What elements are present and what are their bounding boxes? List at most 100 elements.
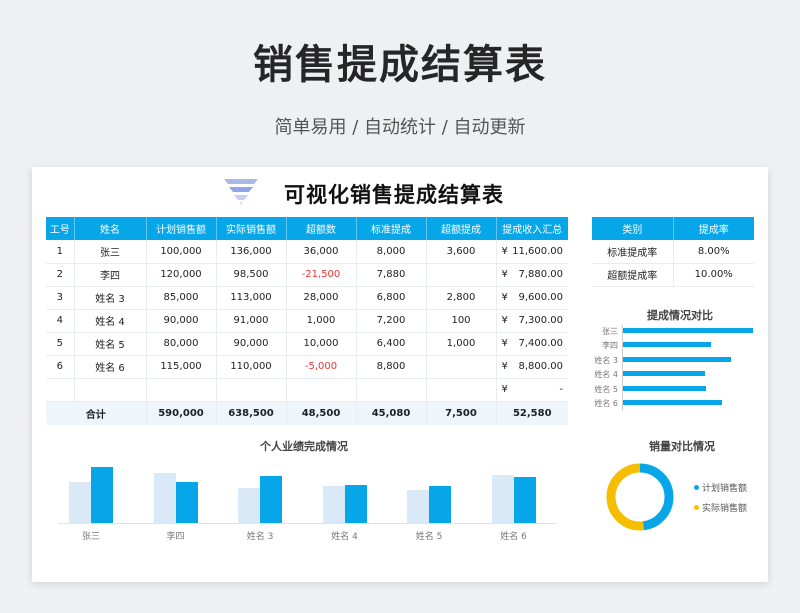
- cell-id[interactable]: 5: [46, 332, 75, 356]
- hbar-category-label: 李四: [602, 341, 618, 351]
- cell-id[interactable]: 1: [46, 240, 75, 264]
- cell-total[interactable]: ¥7,300.00: [496, 309, 568, 333]
- cell-total[interactable]: ¥7,880.00: [496, 263, 568, 287]
- cell-id[interactable]: 3: [46, 286, 75, 310]
- cell-excess[interactable]: 28,000: [286, 286, 357, 310]
- header-std[interactable]: 标准提成: [356, 217, 427, 240]
- cell-excess[interactable]: -5,000: [286, 355, 357, 379]
- rate-category-cell[interactable]: 标准提成率: [592, 240, 674, 264]
- vbar-plan[interactable]: [153, 473, 176, 523]
- cell-actual[interactable]: 91,000: [216, 309, 287, 333]
- hbar-bar[interactable]: [623, 400, 722, 405]
- cell-actual[interactable]: 136,000: [216, 240, 287, 264]
- rate-header-rate[interactable]: 提成率: [673, 217, 754, 240]
- cell-plan[interactable]: 120,000: [146, 263, 217, 287]
- cell-actual[interactable]: 98,500: [216, 263, 287, 287]
- legend-item-plan[interactable]: 计划销售额: [694, 481, 747, 494]
- cell-id[interactable]: 2: [46, 263, 75, 287]
- total-plan[interactable]: 590,000: [146, 401, 217, 425]
- header-excess[interactable]: 超额数: [286, 217, 357, 240]
- cell-total[interactable]: ¥7,400.00: [496, 332, 568, 356]
- cell-std[interactable]: 7,200: [356, 309, 427, 333]
- vbar-plan[interactable]: [69, 481, 91, 523]
- currency-symbol: ¥: [501, 361, 508, 372]
- total-std[interactable]: 45,080: [356, 401, 427, 425]
- cell-std[interactable]: 8,800: [356, 355, 427, 379]
- cell-actual[interactable]: [216, 378, 287, 402]
- cell-plan[interactable]: 85,000: [146, 286, 217, 310]
- cell-total[interactable]: ¥11,600.00: [496, 240, 568, 264]
- cell-std[interactable]: 7,880: [356, 263, 427, 287]
- cell-extra[interactable]: 1,000: [426, 332, 497, 356]
- cell-excess[interactable]: 10,000: [286, 332, 357, 356]
- cell-std[interactable]: [356, 378, 427, 402]
- cell-actual[interactable]: 90,000: [216, 332, 287, 356]
- vbar-actual[interactable]: [429, 485, 451, 523]
- legend-item-actual[interactable]: 实际销售额: [694, 501, 747, 514]
- cell-name[interactable]: 姓名 5: [74, 332, 147, 356]
- vbar-actual[interactable]: [260, 476, 282, 523]
- header-extra[interactable]: 超额提成: [426, 217, 497, 240]
- cell-excess[interactable]: 36,000: [286, 240, 357, 264]
- total-actual[interactable]: 638,500: [216, 401, 287, 425]
- cell-total[interactable]: ¥8,800.00: [496, 355, 568, 379]
- vbar-actual[interactable]: [513, 477, 536, 523]
- rate-category-cell[interactable]: 超额提成率: [592, 263, 674, 287]
- header-id[interactable]: 工号: [46, 217, 75, 240]
- cell-name[interactable]: 姓名 3: [74, 286, 147, 310]
- rate-value-cell[interactable]: 8.00%: [673, 240, 754, 264]
- total-amount: 7,400.00: [518, 338, 563, 349]
- cell-total[interactable]: ¥ -: [496, 378, 568, 402]
- cell-id[interactable]: [46, 378, 75, 402]
- vbar-plan[interactable]: [491, 475, 514, 523]
- vbar-plan[interactable]: [238, 487, 260, 523]
- cell-name[interactable]: 张三: [74, 240, 147, 264]
- cell-name[interactable]: [74, 378, 147, 402]
- cell-extra[interactable]: [426, 355, 497, 379]
- vbar-actual[interactable]: [344, 485, 367, 523]
- cell-name[interactable]: 姓名 4: [74, 309, 147, 333]
- hbar-bar[interactable]: [623, 356, 731, 362]
- cell-plan[interactable]: [146, 378, 217, 402]
- cell-std[interactable]: 6,800: [356, 286, 427, 310]
- cell-extra[interactable]: [426, 263, 497, 287]
- cell-plan[interactable]: 115,000: [146, 355, 217, 379]
- total-extra[interactable]: 7,500: [426, 401, 497, 425]
- total-total[interactable]: 52,580: [496, 401, 568, 425]
- cell-plan[interactable]: 100,000: [146, 240, 217, 264]
- hbar-bar[interactable]: [623, 371, 705, 377]
- cell-std[interactable]: 8,000: [356, 240, 427, 264]
- header-name[interactable]: 姓名: [74, 217, 147, 240]
- cell-total[interactable]: ¥9,600.00: [496, 286, 568, 310]
- hbar-bar[interactable]: [623, 342, 712, 348]
- header-total[interactable]: 提成收入汇总: [496, 217, 568, 240]
- cell-id[interactable]: 4: [46, 309, 75, 333]
- cell-excess[interactable]: 1,000: [286, 309, 357, 333]
- cell-plan[interactable]: 90,000: [146, 309, 217, 333]
- cell-name[interactable]: 李四: [74, 263, 147, 287]
- rate-header-category[interactable]: 类别: [592, 217, 674, 240]
- cell-excess[interactable]: [286, 378, 357, 402]
- cell-plan[interactable]: 80,000: [146, 332, 217, 356]
- cell-id[interactable]: 6: [46, 355, 75, 379]
- cell-name[interactable]: 姓名 6: [74, 355, 147, 379]
- total-excess[interactable]: 48,500: [286, 401, 357, 425]
- cell-extra[interactable]: 2,800: [426, 286, 497, 310]
- header-actual[interactable]: 实际销售额: [216, 217, 287, 240]
- cell-extra[interactable]: 3,600: [426, 240, 497, 264]
- vbar-actual[interactable]: [91, 466, 113, 523]
- cell-actual[interactable]: 113,000: [216, 286, 287, 310]
- cell-std[interactable]: 6,400: [356, 332, 427, 356]
- cell-actual[interactable]: 110,000: [216, 355, 287, 379]
- rate-value-cell[interactable]: 10.00%: [673, 263, 754, 287]
- hbar-bar[interactable]: [623, 385, 706, 391]
- vbar-actual[interactable]: [175, 482, 198, 523]
- vbar-plan[interactable]: [322, 485, 345, 523]
- cell-extra[interactable]: [426, 378, 497, 402]
- cell-extra[interactable]: 100: [426, 309, 497, 333]
- hbar-row: 姓名 3: [592, 354, 760, 368]
- header-plan[interactable]: 计划销售额: [146, 217, 217, 240]
- cell-excess[interactable]: -21,500: [286, 263, 357, 287]
- vbar-plan[interactable]: [407, 489, 429, 523]
- hbar-bar[interactable]: [623, 328, 753, 333]
